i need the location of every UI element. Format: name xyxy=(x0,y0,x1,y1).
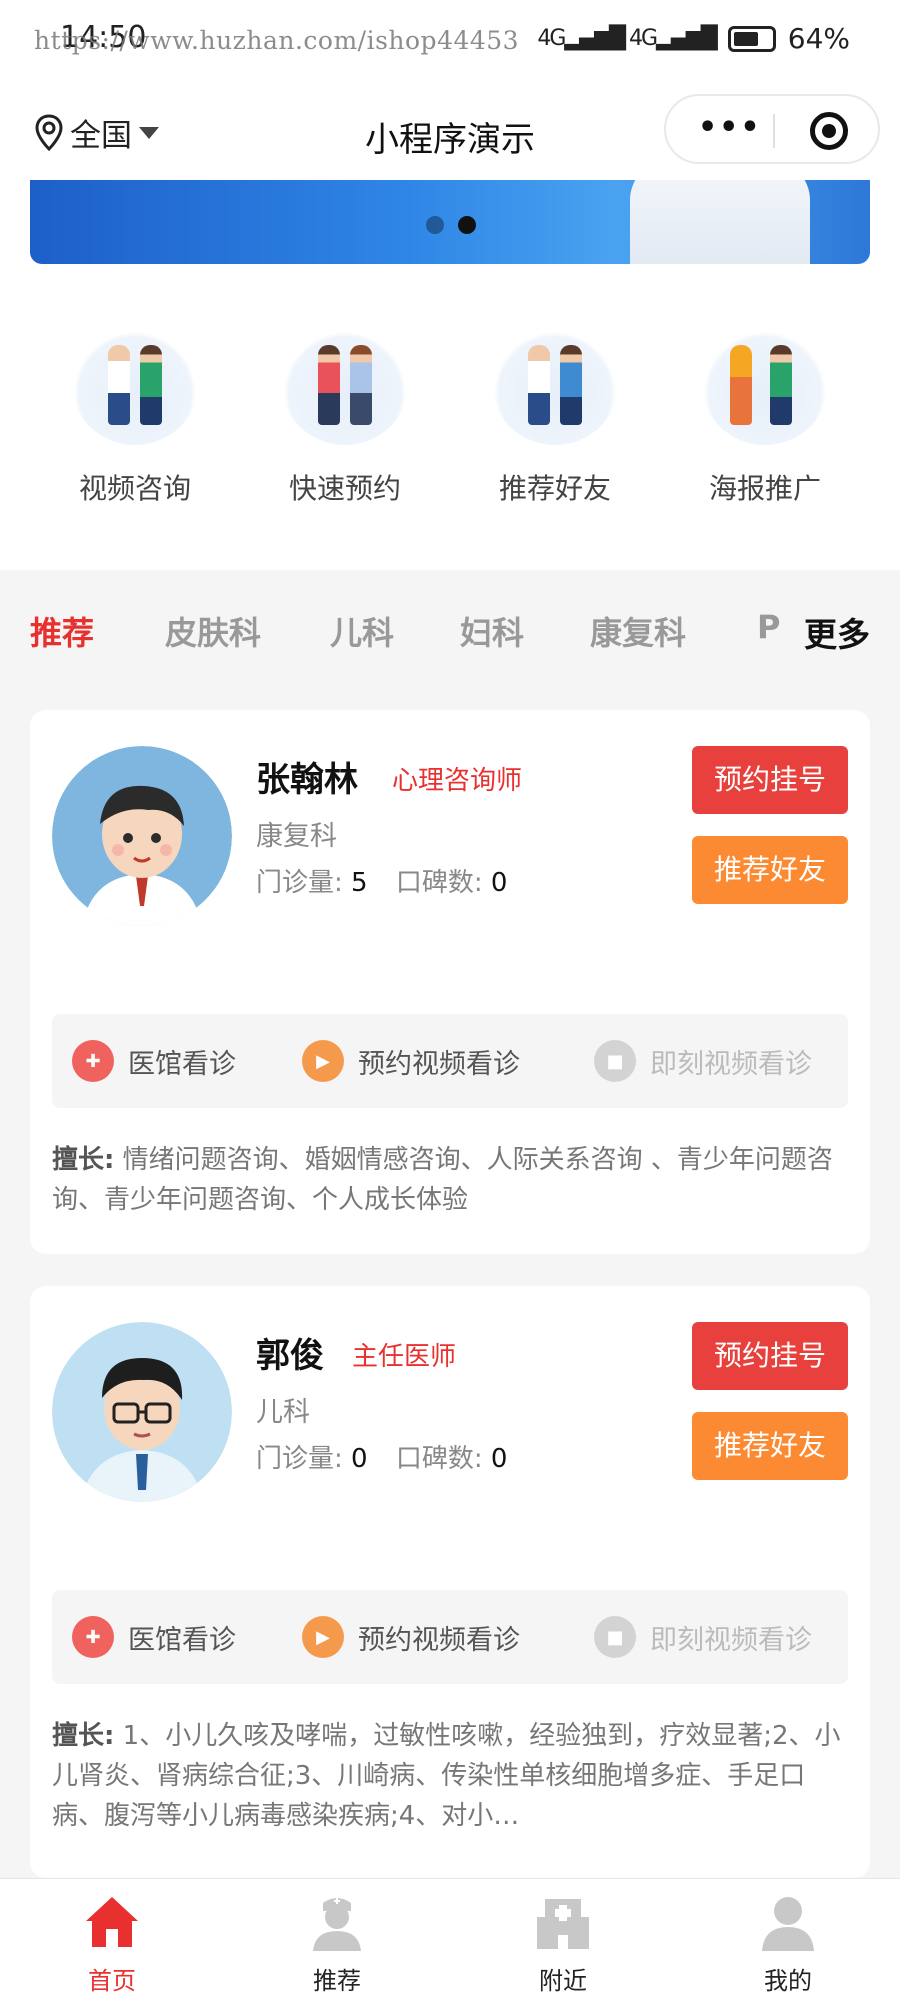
watermark-url: https://www.huzhan.com/ishop44453 xyxy=(34,26,520,55)
doctor-specialty: 擅长: 情绪问题咨询、婚姻情感咨询、人际关系咨询 、青少年问题咨询、青少年问题咨… xyxy=(52,1140,848,1220)
doctor-stats: 门诊量: 0 口碑数: 0 xyxy=(256,1438,527,1475)
tab-pediatrics[interactable]: 儿科 xyxy=(330,608,394,654)
video-consult-illustration xyxy=(70,315,200,445)
nav-label: 首页 xyxy=(88,1967,136,1995)
service-clinic-visit[interactable]: ✚ 医馆看诊 xyxy=(72,1040,236,1082)
quick-action-label: 视频咨询 xyxy=(78,472,191,505)
service-clinic-visit[interactable]: ✚ 医馆看诊 xyxy=(72,1616,236,1658)
battery-percent: 64% xyxy=(787,22,850,55)
recommend-friend-button[interactable]: 推荐好友 xyxy=(692,836,848,904)
doctor-department: 儿科 xyxy=(256,1397,310,1428)
recommend-friend-illustration xyxy=(490,315,620,445)
home-icon xyxy=(82,1891,142,1951)
more-menu-icon[interactable]: ••• xyxy=(698,113,762,143)
status-bar: 14:50 https://www.huzhan.com/ishop44453 … xyxy=(0,0,900,80)
carousel-dot-active[interactable] xyxy=(458,216,476,234)
service-label: 预约视频看诊 xyxy=(358,1624,520,1656)
doctor-title: 心理咨询师 xyxy=(392,766,523,796)
visits-count: 5 xyxy=(351,868,368,898)
service-label: 预约视频看诊 xyxy=(358,1048,520,1080)
tab-gynecology[interactable]: 妇科 xyxy=(460,608,524,654)
signal-icon: 4G▂▄▆█ 4G▂▄▆█ xyxy=(537,26,717,51)
tab-dermatology[interactable]: 皮肤科 xyxy=(165,608,261,654)
tab-recommend[interactable]: 推荐 xyxy=(30,608,94,654)
banner-carousel[interactable] xyxy=(30,180,870,264)
reviews-count: 0 xyxy=(490,1444,508,1474)
nav-recommend[interactable]: 推荐 xyxy=(277,1891,397,1996)
recommend-friend-button[interactable]: 推荐好友 xyxy=(692,1412,848,1480)
service-label: 医馆看诊 xyxy=(128,1048,236,1080)
service-video-booking[interactable]: ▶ 预约视频看诊 xyxy=(302,1040,520,1082)
consult-services: ✚ 医馆看诊 ▶ 预约视频看诊 ■ 即刻视频看诊 xyxy=(52,1590,848,1684)
reviews-label: 口碑数: xyxy=(395,1444,483,1474)
book-appointment-button[interactable]: 预约挂号 xyxy=(692,746,848,814)
doctor-icon xyxy=(307,1891,367,1951)
quick-action-label: 推荐好友 xyxy=(498,472,611,505)
nav-home[interactable]: 首页 xyxy=(52,1891,172,1996)
nav-label: 附近 xyxy=(539,1967,587,1995)
video-play-icon: ▶ xyxy=(302,1616,344,1658)
doctor-card[interactable]: 郭俊 主任医师 儿科 门诊量: 0 口碑数: 0 预约挂号 推荐好友 ✚ 医馆看… xyxy=(30,1286,870,1878)
quick-action-label: 快速预约 xyxy=(288,472,401,505)
service-instant-video[interactable]: ■ 即刻视频看诊 xyxy=(594,1616,812,1658)
doctor-department: 康复科 xyxy=(256,821,337,852)
book-appointment-button[interactable]: 预约挂号 xyxy=(692,1322,848,1390)
specialty-text: 情绪问题咨询、婚姻情感咨询、人际关系咨询 、青少年问题咨询、青少年问题咨询、个人… xyxy=(52,1145,833,1215)
quick-action-booking[interactable]: 快速预约 xyxy=(270,315,420,507)
visits-label: 门诊量: xyxy=(256,1444,343,1474)
quick-action-label: 海报推广 xyxy=(708,472,821,505)
quick-booking-illustration xyxy=(280,315,410,445)
service-video-booking[interactable]: ▶ 预约视频看诊 xyxy=(302,1616,520,1658)
specialty-text: 1、小儿久咳及哮喘，过敏性咳嗽，经验独到，疗效显著;2、小儿肾炎、肾病综合征;3… xyxy=(52,1721,841,1831)
doctor-name: 张翰林 xyxy=(256,760,358,800)
doctor-stats: 门诊量: 5 口碑数: 0 xyxy=(256,862,527,899)
doctor-card[interactable]: 张翰林 心理咨询师 康复科 门诊量: 5 口碑数: 0 预约挂号 推荐好友 ✚ … xyxy=(30,710,870,1254)
more-tabs-button[interactable]: 更多 xyxy=(786,608,870,656)
hospital-icon: ✚ xyxy=(72,1616,114,1658)
department-tabs: 推荐 皮肤科 儿科 妇科 康复科 P 更多 xyxy=(0,590,900,670)
service-label: 即刻视频看诊 xyxy=(650,1624,812,1656)
reviews-label: 口碑数: xyxy=(395,868,483,898)
specialty-label: 擅长: xyxy=(52,1145,115,1175)
video-camera-icon: ■ xyxy=(594,1616,636,1658)
service-label: 即刻视频看诊 xyxy=(650,1048,812,1080)
doctor-avatar xyxy=(52,1322,232,1502)
user-icon xyxy=(758,1891,818,1951)
carousel-dot[interactable] xyxy=(426,216,444,234)
tab-rehabilitation[interactable]: 康复科 xyxy=(590,608,686,654)
quick-action-video-consult[interactable]: 视频咨询 xyxy=(60,315,210,507)
hospital-icon: ✚ xyxy=(72,1040,114,1082)
nav-bar: 全国 小程序演示 ••• xyxy=(0,80,900,180)
service-label: 医馆看诊 xyxy=(128,1624,236,1656)
nav-nearby[interactable]: 附近 xyxy=(503,1891,623,1996)
specialty-label: 擅长: xyxy=(52,1721,115,1751)
mini-program-capsule: ••• xyxy=(664,94,880,164)
quick-action-poster[interactable]: 海报推广 xyxy=(690,315,840,507)
hospital-icon xyxy=(533,1891,593,1951)
status-indicators: 4G▂▄▆█ 4G▂▄▆█ 64% xyxy=(537,22,850,55)
video-camera-icon: ■ xyxy=(594,1040,636,1082)
quick-action-recommend[interactable]: 推荐好友 xyxy=(480,315,630,507)
doctor-title: 主任医师 xyxy=(352,1342,457,1372)
nav-mine[interactable]: 我的 xyxy=(728,1891,848,1996)
bottom-tab-bar: 首页 推荐 附近 我的 xyxy=(0,1878,900,2000)
close-target-icon[interactable] xyxy=(810,112,848,150)
poster-promotion-illustration xyxy=(700,315,830,445)
video-play-icon: ▶ xyxy=(302,1040,344,1082)
reviews-count: 0 xyxy=(490,868,508,898)
visits-label: 门诊量: xyxy=(256,868,343,898)
capsule-divider xyxy=(773,114,775,148)
banner-doctor-image xyxy=(630,180,810,264)
doctor-specialty: 擅长: 1、小儿久咳及哮喘，过敏性咳嗽，经验独到，疗效显著;2、小儿肾炎、肾病综… xyxy=(52,1716,848,1836)
battery-icon xyxy=(727,25,776,52)
nav-label: 推荐 xyxy=(313,1967,361,1995)
visits-count: 0 xyxy=(351,1444,368,1474)
doctor-name: 郭俊 xyxy=(256,1336,324,1376)
consult-services: ✚ 医馆看诊 ▶ 预约视频看诊 ■ 即刻视频看诊 xyxy=(52,1014,848,1108)
nav-label: 我的 xyxy=(764,1967,812,1995)
doctor-avatar xyxy=(52,746,232,926)
service-instant-video[interactable]: ■ 即刻视频看诊 xyxy=(594,1040,812,1082)
tab-partial[interactable]: P xyxy=(757,608,780,646)
